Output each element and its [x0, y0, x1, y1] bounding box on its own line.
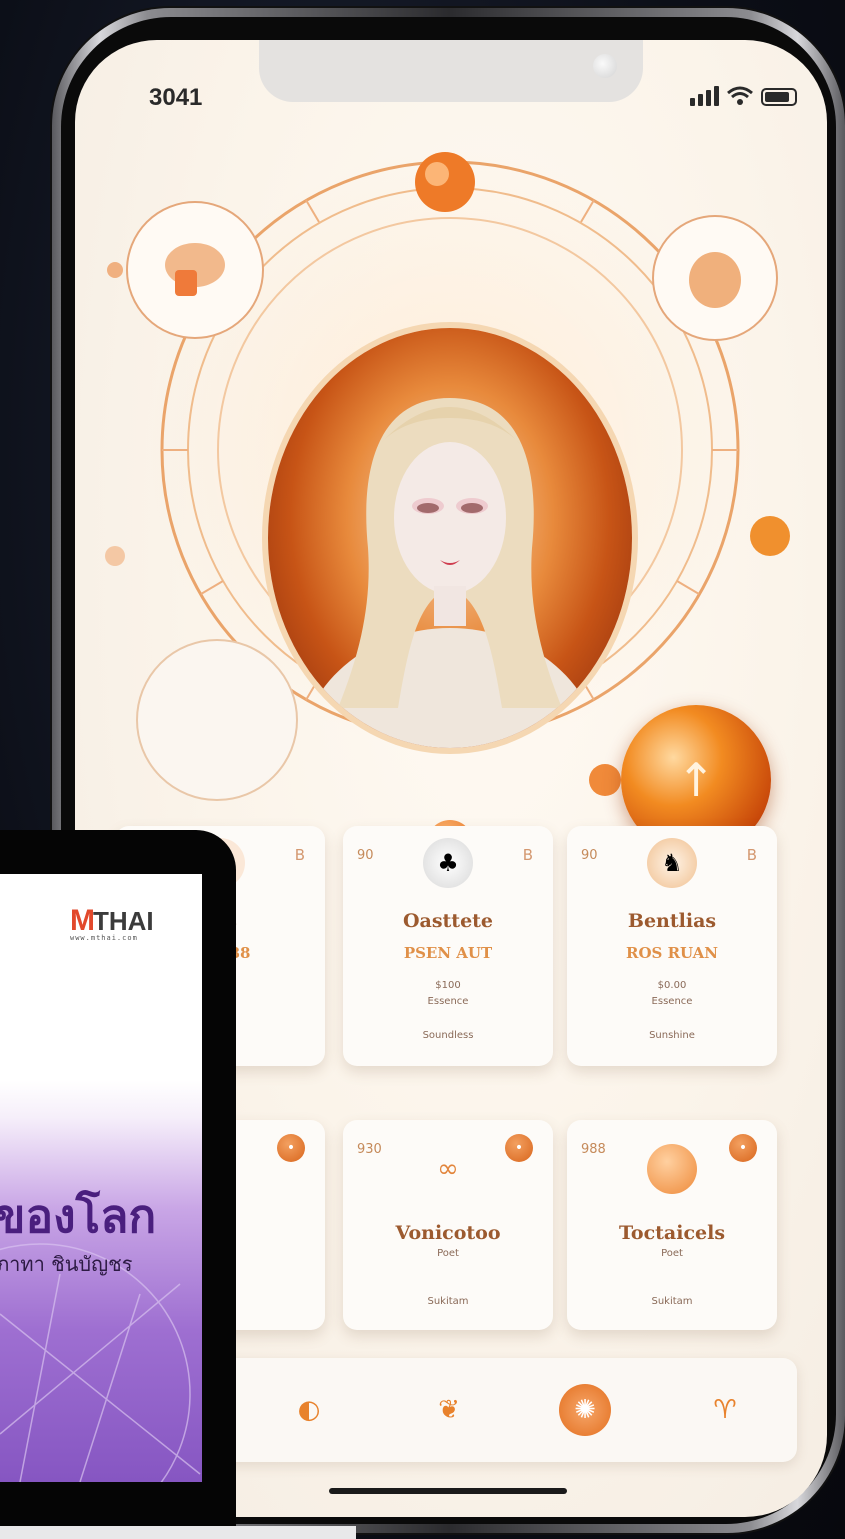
card-badge: B — [294, 846, 305, 864]
battery-icon — [761, 88, 797, 106]
card-price: $100 — [435, 980, 461, 991]
glasses-icon: ∞ — [437, 1154, 459, 1184]
signal-icon — [690, 86, 719, 106]
status-time: 3041 — [149, 84, 203, 111]
tablet-screen: MTHAI www.mthai.com ของโลก ภาทา ชินบัญชร — [0, 874, 202, 1482]
tablet-subline: ภาทา ชินบัญชร — [0, 1252, 133, 1276]
card-5[interactable]: 930 • ∞ Vonicotoo Poet Sukitam — [343, 1120, 553, 1330]
tablet-headline: ของโลก — [0, 1189, 157, 1243]
card-price: $0.00 — [657, 980, 687, 991]
moon-icon[interactable]: ◐ — [283, 1384, 335, 1436]
spade-icon: ♣ — [423, 838, 473, 888]
tablet-base-strip — [0, 1526, 356, 1539]
card-detail: Essence — [651, 996, 693, 1007]
card-action-icon[interactable]: • — [505, 1134, 533, 1162]
card-subtitle: PSEN AUT — [403, 944, 493, 962]
camera-icon — [593, 54, 617, 78]
figure-icon: ♞ — [647, 838, 697, 888]
card-subtitle: ROS RUAN — [625, 944, 719, 962]
bird-icon[interactable]: ❦ — [423, 1384, 475, 1436]
home-indicator[interactable] — [329, 1488, 567, 1494]
orb-icon — [647, 1144, 697, 1194]
card-subtitle: Poet — [661, 1248, 683, 1259]
card-footer: Sunshine — [649, 1030, 695, 1041]
card-number: 90 — [581, 848, 598, 863]
card-action-icon[interactable]: • — [729, 1134, 757, 1162]
ram-icon[interactable]: ♈ — [699, 1384, 751, 1436]
card-action-icon[interactable]: • — [277, 1134, 305, 1162]
card-number: 988 — [581, 1142, 606, 1157]
zodiac-pattern — [0, 1243, 201, 1482]
notch — [259, 40, 643, 102]
card-detail: Essence — [427, 996, 469, 1007]
wifi-icon — [727, 86, 753, 105]
arrow-up-icon: ↑ — [676, 753, 716, 807]
card-title: Toctaicels — [618, 1222, 726, 1244]
card-number: 930 — [357, 1142, 382, 1157]
card-footer: Soundless — [422, 1030, 474, 1041]
sun-disc-icon[interactable]: ✺ — [559, 1384, 611, 1436]
card-footer: Sukitam — [651, 1296, 693, 1307]
zodiac-hero: ↑ ? — [75, 130, 827, 866]
card-title: Bentlias — [627, 910, 717, 932]
card-2[interactable]: 90 ♣ B Oasttete PSEN AUT $100 Essence So… — [343, 826, 553, 1066]
card-title: Vonicotoo — [395, 1222, 501, 1244]
card-title: Oasttete — [402, 910, 494, 932]
card-badge: B — [522, 846, 533, 864]
card-subtitle: Poet — [437, 1248, 459, 1259]
card-footer: Sukitam — [427, 1296, 469, 1307]
card-badge: B — [746, 846, 757, 864]
card-6[interactable]: 988 • Toctaicels Poet Sukitam — [567, 1120, 777, 1330]
status-icons — [690, 86, 797, 106]
goddess-portrait — [268, 328, 632, 748]
card-number: 90 — [357, 848, 374, 863]
card-3[interactable]: 90 ♞ B Bentlias ROS RUAN $0.00 Essence S… — [567, 826, 777, 1066]
